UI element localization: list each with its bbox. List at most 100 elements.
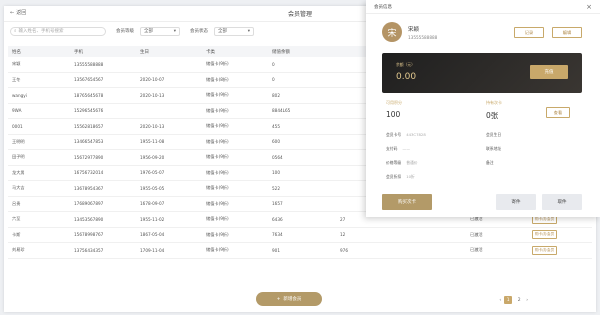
balance-card: 余额（元） 0.00 充值	[382, 53, 582, 93]
cards-count: 0张	[486, 111, 499, 120]
table-cell: 0564	[272, 154, 283, 160]
send-button[interactable]: 寄件	[496, 194, 536, 210]
table-cell: 9WA	[12, 108, 22, 114]
member-phone: 13555588888	[408, 34, 438, 40]
info-discount: 会员折扣 10折	[386, 174, 415, 179]
table-cell: 王冬	[12, 76, 21, 82]
record-button[interactable]: 记录	[514, 27, 544, 38]
table-cell: 储值卡(9折)	[206, 61, 229, 67]
level-select-value: 全部	[144, 29, 153, 34]
search-input[interactable]: ⌕ 输入姓名、手机号搜索	[10, 26, 106, 36]
table-cell: 王明明	[12, 138, 25, 144]
search-icon: ⌕	[14, 29, 17, 34]
table-cell: 2020-10-13	[140, 123, 165, 129]
prev-page-icon[interactable]: ‹	[499, 298, 501, 303]
buy-card-row-button[interactable]: 购卡/办会员	[532, 245, 558, 255]
buy-card-button[interactable]: 购买次卡	[382, 194, 432, 210]
table-cell: 901	[272, 247, 280, 253]
table-cell: 802	[272, 92, 280, 98]
chevron-down-icon: ▾	[173, 28, 176, 34]
table-cell: 27	[340, 216, 346, 222]
table-cell: 田子明	[12, 154, 25, 160]
table-cell: 0001	[12, 123, 23, 129]
table-cell: 储值卡(9折)	[206, 247, 229, 253]
table-cell: 吕贵	[12, 200, 21, 206]
points-label: 可用积分	[386, 100, 402, 105]
level-filter-label: 会员等级	[116, 29, 134, 34]
buy-card-row-button[interactable]: 购卡/办会员	[532, 230, 558, 240]
cards-label: 持有次卡	[486, 100, 502, 105]
balance-value: 0.00	[396, 72, 417, 82]
table-cell: 15296545676	[74, 108, 104, 114]
table-cell: 1709-11-04	[140, 247, 165, 253]
table-cell: 13756434357	[74, 247, 104, 253]
table-cell: 储值卡(9折)	[206, 154, 229, 160]
table-cell: 1956-09-20	[140, 154, 165, 160]
table-cell: 16756732014	[74, 170, 104, 176]
page-1[interactable]: 1	[504, 296, 513, 304]
back-button[interactable]: ← 返回	[10, 9, 27, 17]
table-cell: 卡斯	[12, 231, 21, 237]
close-icon[interactable]: ×	[586, 3, 592, 11]
next-page-icon[interactable]: ›	[526, 298, 528, 303]
table-cell: 1955-05-05	[140, 185, 165, 191]
arrow-left-icon: ←	[10, 9, 15, 16]
table-cell: 储值卡(9折)	[206, 169, 229, 175]
column-header: 卡类	[206, 49, 215, 55]
table-cell: 18765645678	[74, 92, 104, 98]
chevron-down-icon: ▾	[247, 28, 250, 34]
table-cell: 已激活	[470, 231, 483, 237]
status-select[interactable]: 全部 ▾	[214, 26, 254, 36]
view-cards-button[interactable]: 查看	[546, 107, 570, 118]
page-2[interactable]: 2	[515, 296, 523, 304]
table-cell: 1678-09-07	[140, 201, 165, 207]
table-cell: 13678954367	[74, 185, 104, 191]
pickup-button[interactable]: 取件	[542, 194, 582, 210]
table-cell: 储值卡(9折)	[206, 107, 229, 113]
table-row[interactable]: 刘易珍 13756434357 1709-11-04 储值卡(9折) 901 976 已激活…	[8, 243, 592, 259]
add-member-button[interactable]: + 新增会员	[256, 292, 322, 306]
table-cell: 0	[272, 77, 275, 83]
table-cell: 1657	[272, 201, 283, 207]
add-member-label: 新增会员	[283, 297, 302, 302]
table-cell: 储值卡(9折)	[206, 231, 229, 237]
table-row[interactable]: 卡斯 15678998767 1867-05-04 储值卡(9折) 7634 12 已激活 购…	[8, 228, 592, 243]
column-header: 手机	[74, 49, 83, 55]
balance-label: 余额（元）	[396, 62, 415, 67]
table-cell: wangyi	[12, 92, 27, 98]
avatar: 宋	[382, 22, 402, 42]
table-cell: 600	[272, 139, 280, 145]
table-cell: 13567654567	[74, 77, 104, 83]
table-cell: 12	[340, 232, 346, 238]
table-cell: 15678998767	[74, 232, 104, 238]
table-cell: 龙大男	[12, 169, 25, 175]
recharge-button[interactable]: 充值	[530, 65, 568, 79]
panel-title: 会员信息	[374, 4, 392, 10]
column-header: 姓名	[12, 49, 21, 55]
table-cell: 购卡/办会员	[528, 230, 592, 240]
column-header: 生日	[140, 49, 149, 55]
level-select[interactable]: 全部 ▾	[140, 26, 180, 36]
table-cell: 储值卡(9折)	[206, 92, 229, 98]
edit-button[interactable]: 编辑	[552, 27, 582, 38]
footer: + 新增会员 ‹ 1 2 ›	[4, 284, 596, 312]
table-cell: 6436	[272, 216, 283, 222]
back-label: 返回	[16, 10, 27, 16]
table-cell: 100	[272, 170, 280, 176]
table-cell: 已激活	[470, 216, 483, 222]
table-cell: 2020-10-07	[140, 77, 165, 83]
table-cell: 1955-11-08	[140, 139, 165, 145]
member-info-panel: 会员信息 × 宋 宋颖 13555588888 记录 编辑 余额（元） 0.00…	[366, 0, 600, 217]
member-name: 宋颖	[408, 26, 420, 33]
pagination: ‹ 1 2 ›	[499, 296, 528, 304]
table-cell: 13466547853	[74, 139, 104, 145]
table-cell: 刘易珍	[12, 247, 25, 253]
info-card-number: 会员卡号 443C7828	[386, 132, 426, 137]
table-cell: 储值卡(9折)	[206, 138, 229, 144]
panel-header: 会员信息 ×	[366, 0, 600, 14]
table-cell: 455	[272, 123, 280, 129]
status-select-value: 全部	[218, 29, 227, 34]
table-cell: 储值卡(9折)	[206, 216, 229, 222]
member-summary: 宋 宋颖 13555588888	[382, 22, 437, 42]
table-cell: 15562818657	[74, 123, 104, 129]
